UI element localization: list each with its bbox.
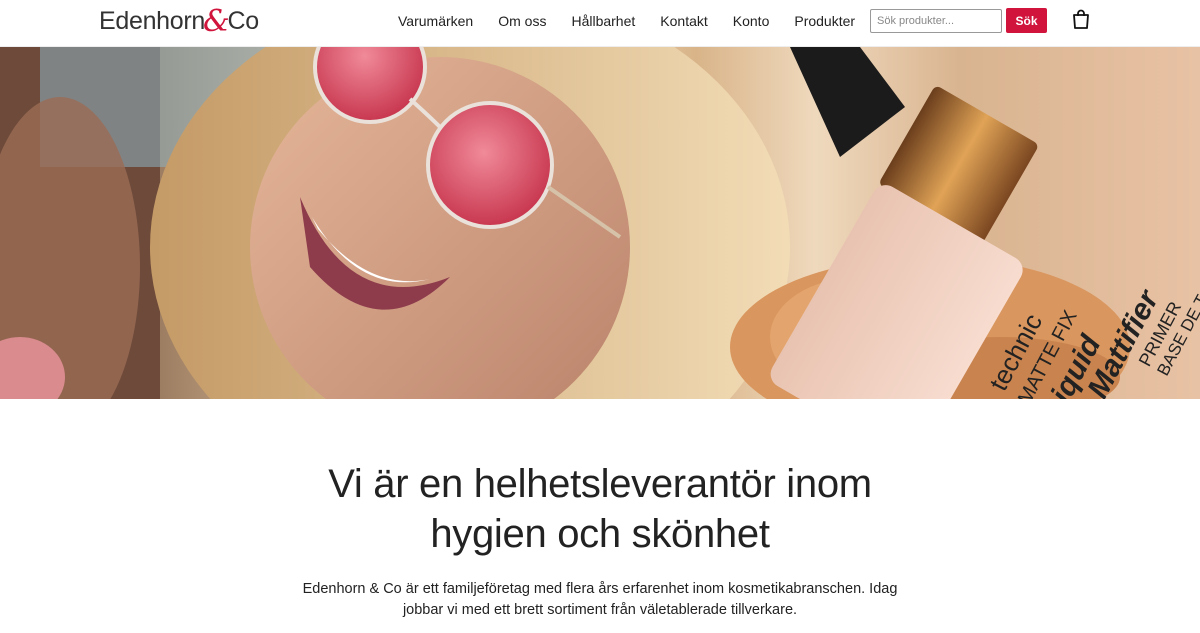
brand-name-part1: Edenhorn — [99, 7, 206, 35]
intro-text-line1: Edenhorn & Co är ett familjeföretag med … — [302, 581, 898, 597]
hero-banner: technic MATTE FIX Liquid Mattifier PRIME… — [0, 47, 1200, 399]
nav-item-produkter[interactable]: Produkter — [794, 12, 855, 30]
nav-item-hallbarhet[interactable]: Hållbarhet — [571, 12, 635, 30]
brand-name-part2: Co — [227, 7, 259, 35]
brand-logo[interactable]: Edenhorn&Co — [99, 2, 259, 39]
main-nav: Varumärken Om oss Hållbarhet Kontakt Kon… — [398, 12, 880, 30]
nav-item-kontakt[interactable]: Kontakt — [660, 12, 707, 30]
headline-line2: hygien och skönhet — [430, 512, 770, 556]
nav-item-om-oss[interactable]: Om oss — [498, 12, 546, 30]
headline-line1: Vi är en helhetsleverantör inom — [328, 462, 872, 506]
intro-section: Vi är en helhetsleverantör inom hygien o… — [0, 459, 1200, 621]
shopping-bag-icon[interactable] — [1072, 9, 1090, 29]
intro-text-line2: jobbar vi med ett brett sortiment från v… — [402, 602, 798, 618]
nav-item-varumarken[interactable]: Varumärken — [398, 12, 473, 30]
intro-text: Edenhorn & Co är ett familjeföretag med … — [290, 579, 910, 621]
brand-ampersand: & — [203, 4, 230, 39]
search-input[interactable] — [870, 8, 1002, 33]
search-form: Sök — [870, 8, 1047, 33]
site-header: Edenhorn&Co Varumärken Om oss Hållbarhet… — [0, 0, 1200, 47]
hero-image: technic MATTE FIX Liquid Mattifier PRIME… — [0, 47, 1200, 399]
nav-item-konto[interactable]: Konto — [733, 12, 770, 30]
page-title: Vi är en helhetsleverantör inom hygien o… — [250, 459, 950, 559]
search-button[interactable]: Sök — [1006, 8, 1047, 33]
